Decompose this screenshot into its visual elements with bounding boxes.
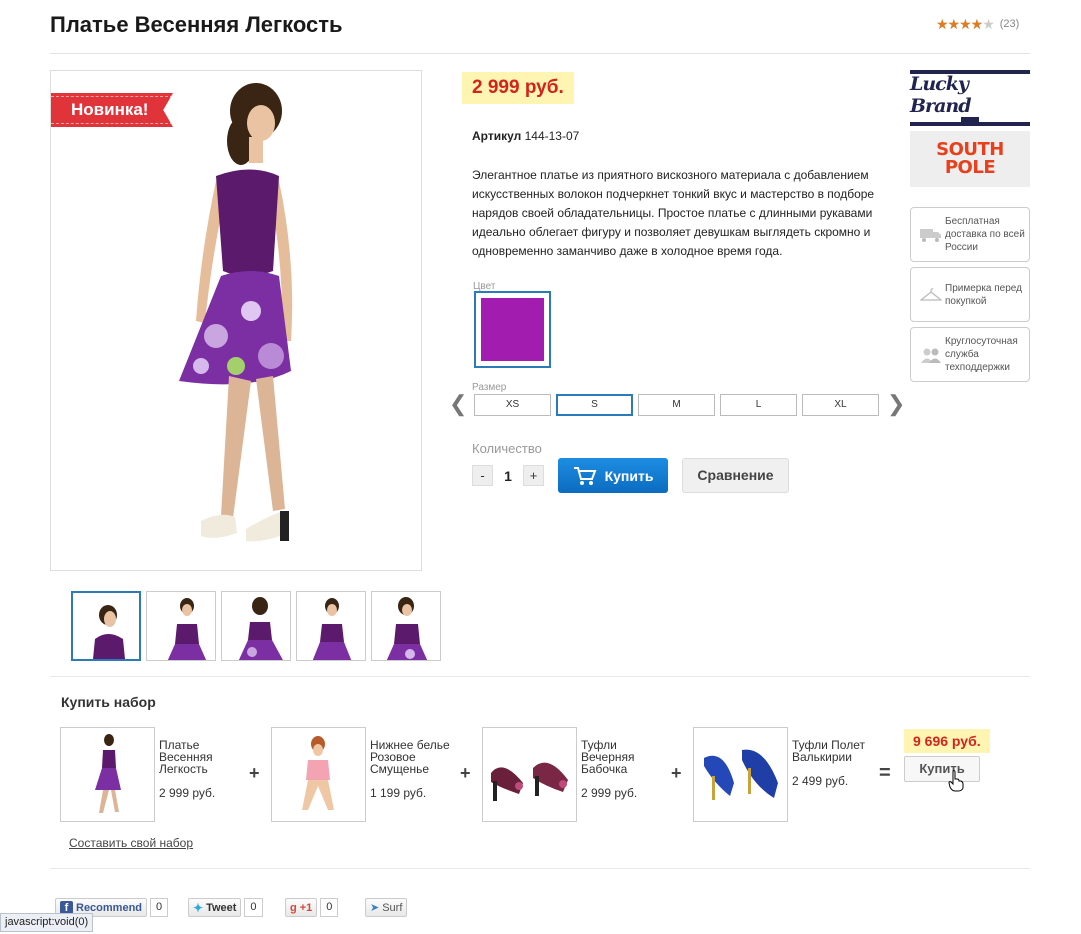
twitter-share: ✦ Tweet 0 — [188, 898, 263, 917]
article-value: 144-13-07 — [524, 129, 580, 143]
bundle-item-price: 2 499 руб. — [792, 774, 849, 788]
bundle-item: Нижнее белье Розовое Смущенье 1 199 руб. — [271, 727, 460, 822]
service-fitting[interactable]: Примерка перед покупкой — [910, 267, 1030, 322]
quantity-label: Количество — [472, 441, 542, 456]
chevron-right-icon[interactable]: ❯ — [887, 393, 905, 415]
product-main-image[interactable]: Новинка! — [50, 70, 422, 571]
lucky-brand-ribbon — [961, 117, 979, 123]
thumbnail[interactable] — [371, 591, 441, 661]
facebook-label: Recommend — [76, 901, 143, 914]
bundle-item: Туфли Полет Валькирии 2 499 руб. — [693, 727, 882, 822]
chevron-left-icon[interactable]: ❮ — [449, 393, 467, 415]
bundle-item-image[interactable] — [482, 727, 577, 822]
size-selector: XS S M L XL — [474, 394, 879, 416]
surf-label: Surf — [382, 901, 403, 914]
facebook-count: 0 — [150, 898, 169, 917]
truck-icon — [917, 228, 945, 242]
surf-button[interactable]: ➤ Surf — [365, 898, 408, 917]
bundle-item-name[interactable]: Туфли Полет Валькирии — [792, 739, 882, 763]
people-icon — [917, 347, 945, 363]
rating-count[interactable]: (23) — [1000, 18, 1020, 30]
service-text: Круглосуточная служба техподдержки — [945, 336, 1018, 373]
plus-sign: + — [249, 763, 260, 783]
google-plus-label: +1 — [299, 901, 313, 914]
page-title: Платье Весенняя Легкость — [50, 12, 343, 37]
service-support[interactable]: Круглосуточная служба техподдержки — [910, 327, 1030, 382]
model-photo — [179, 83, 293, 542]
size-option-xl[interactable]: XL — [802, 394, 879, 416]
compose-own-set-link[interactable]: Составить свой набор — [69, 836, 193, 850]
article-label: Артикул — [472, 129, 522, 143]
color-swatch — [481, 298, 544, 361]
google-plus-icon: g — [290, 901, 297, 914]
service-text: Бесплатная доставка по всей России — [945, 216, 1025, 253]
rating-stars[interactable]: ★★★★★ ★★★★★ — [936, 17, 995, 31]
surf-icon: ➤ — [370, 902, 380, 914]
bundle-item-name[interactable]: Платье Весенняя Легкость — [159, 739, 249, 775]
product-price: 2 999 руб. — [462, 72, 574, 104]
thumbnail[interactable] — [296, 591, 366, 661]
bundle-item-name[interactable]: Нижнее белье Розовое Смущенье — [370, 739, 460, 775]
bundle-item: Платье Весенняя Легкость 2 999 руб. — [60, 727, 249, 822]
tweet-label: Tweet — [206, 901, 237, 914]
brand-logo-lucky-brand[interactable]: Lucky Brand — [910, 70, 1030, 126]
quantity-stepper: - 1 + — [472, 465, 544, 486]
size-option-l[interactable]: L — [720, 394, 797, 416]
new-badge: Новинка! — [51, 93, 173, 127]
size-label: Размер — [472, 382, 507, 393]
bundle-item-price: 1 199 руб. — [370, 786, 427, 800]
bundle-buy-button[interactable]: Купить — [904, 756, 980, 782]
service-free-delivery[interactable]: Бесплатная доставка по всей России — [910, 207, 1030, 262]
plus-sign: + — [671, 763, 682, 783]
buy-button-label: Купить — [604, 467, 654, 484]
product-rating[interactable]: ★★★★★ ★★★★★ (23) — [936, 17, 1019, 31]
google-plus-share: g +1 0 — [285, 898, 339, 917]
bundle-item-price: 2 999 руб. — [159, 786, 216, 800]
bundle-title: Купить набор — [61, 694, 156, 710]
bundle-item-price: 2 999 руб. — [581, 786, 638, 800]
tweet-button[interactable]: ✦ Tweet — [188, 898, 242, 917]
quantity-decrease-button[interactable]: - — [472, 465, 493, 486]
plus-sign: + — [460, 763, 471, 783]
divider — [50, 53, 1030, 54]
divider — [50, 676, 1030, 677]
quantity-increase-button[interactable]: + — [523, 465, 544, 486]
size-option-m[interactable]: M — [638, 394, 715, 416]
google-plus-button[interactable]: g +1 — [285, 898, 318, 917]
quantity-value[interactable]: 1 — [493, 468, 523, 484]
hand-cursor-icon — [948, 770, 964, 797]
product-description: Элегантное платье из приятного вискозног… — [472, 168, 875, 258]
divider — [50, 868, 1030, 869]
bundle-item-image[interactable] — [271, 727, 366, 822]
twitter-bird-icon: ✦ — [193, 900, 204, 915]
color-swatch-selected[interactable] — [474, 291, 551, 368]
thumbnail-strip — [71, 591, 441, 661]
equals-sign: = — [879, 762, 891, 784]
browser-status-bar: javascript:void(0) — [0, 913, 94, 932]
tweet-count: 0 — [244, 898, 263, 917]
bundle-item-name[interactable]: Туфли Вечерняя Бабочка — [581, 739, 671, 775]
size-option-xs[interactable]: XS — [474, 394, 551, 416]
thumbnail[interactable] — [146, 591, 216, 661]
hanger-icon — [917, 287, 945, 302]
brand-logo-south-pole[interactable]: SOUTH POLE — [910, 131, 1030, 187]
google-plus-count: 0 — [320, 898, 339, 917]
lucky-brand-name: Lucky Brand — [910, 73, 971, 117]
surf-share: ➤ Surf — [365, 898, 408, 917]
size-option-s[interactable]: S — [556, 394, 633, 416]
service-text: Примерка перед покупкой — [945, 282, 1022, 307]
bundle-item-image[interactable] — [693, 727, 788, 822]
south-pole-line2: POLE — [944, 157, 996, 178]
bundle-item: Туфли Вечерняя Бабочка 2 999 руб. — [482, 727, 671, 822]
thumbnail[interactable] — [71, 591, 141, 661]
compare-button[interactable]: Сравнение — [682, 458, 789, 493]
bundle-item-image[interactable] — [60, 727, 155, 822]
article-number: Артикул 144-13-07 — [472, 129, 579, 143]
thumbnail[interactable] — [221, 591, 291, 661]
buy-button[interactable]: Купить — [558, 458, 668, 493]
bundle-total-price: 9 696 руб. — [904, 729, 990, 753]
cart-icon — [573, 466, 597, 485]
